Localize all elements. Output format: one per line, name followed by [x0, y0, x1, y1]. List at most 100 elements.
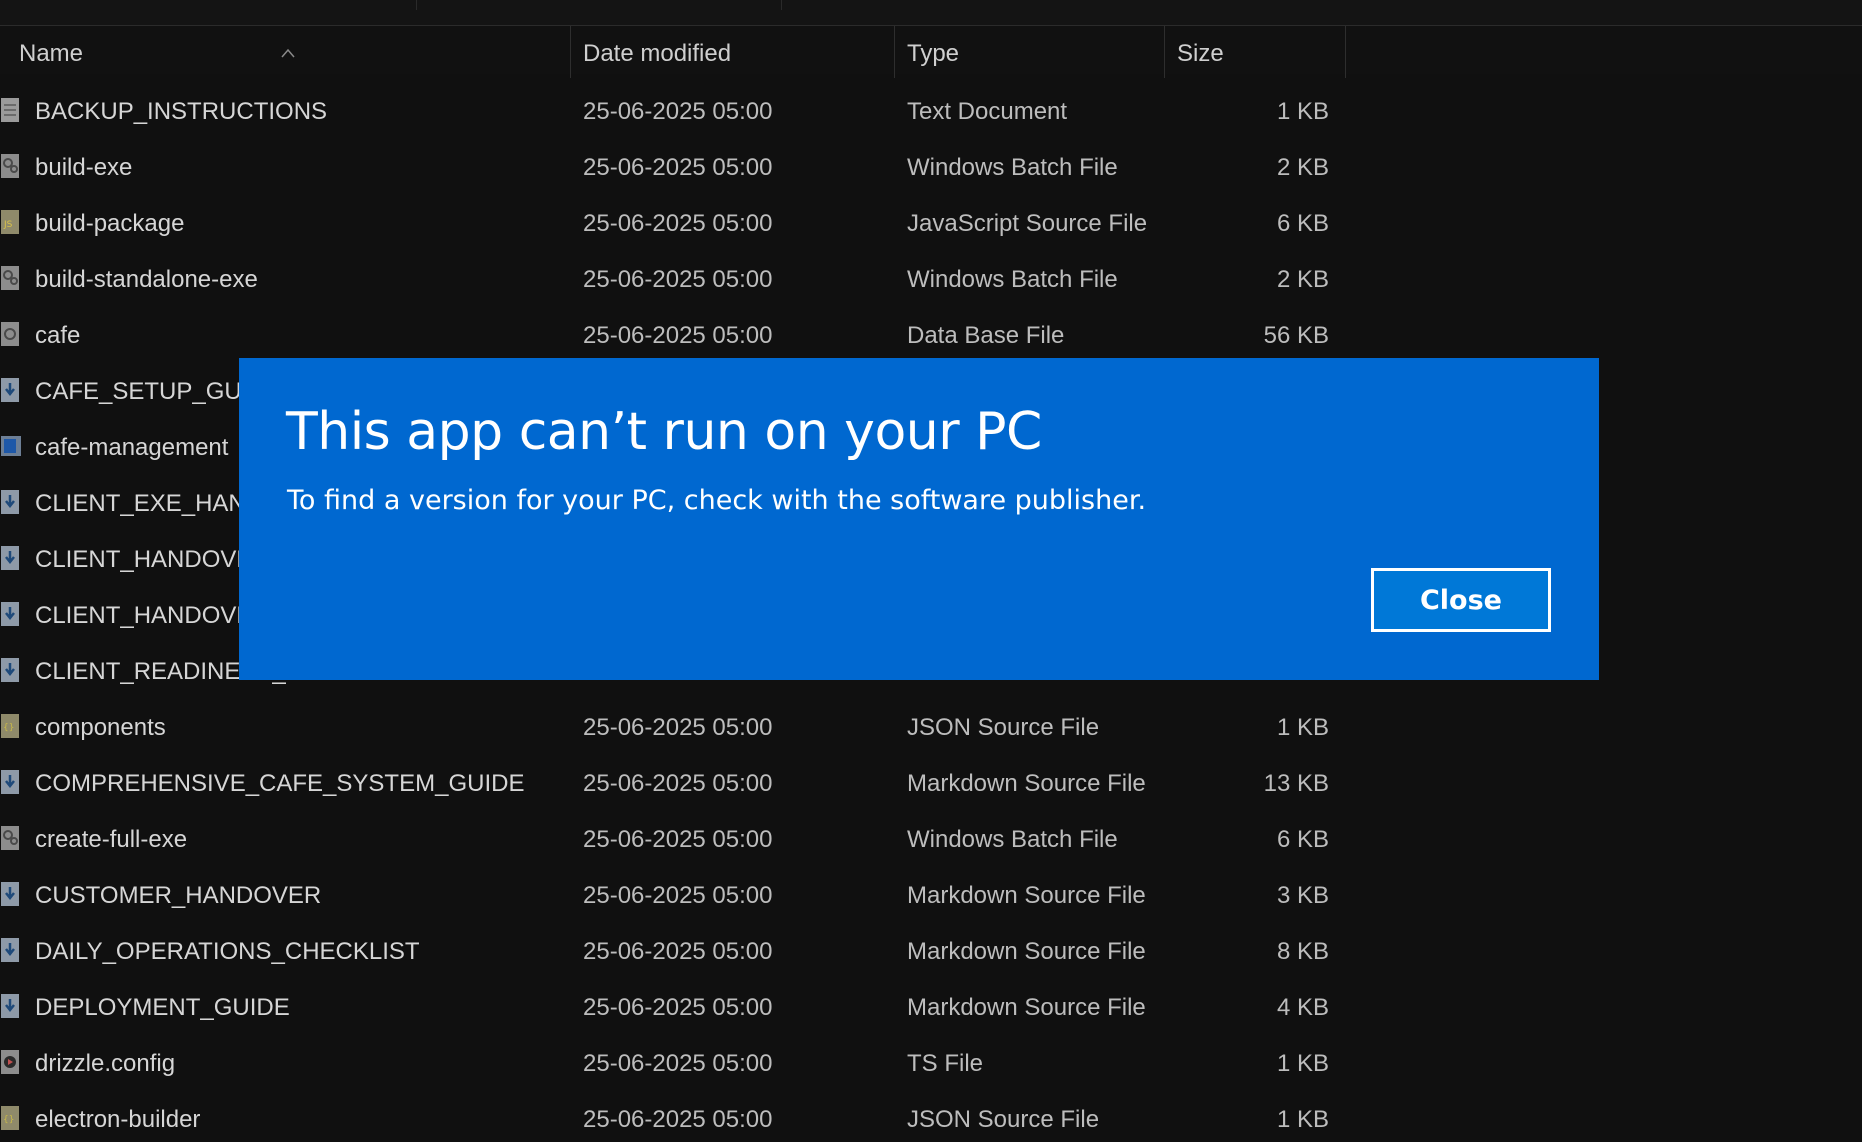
dialog-message: To find a version for your PC, check wit…: [287, 485, 1147, 516]
column-header-size[interactable]: Size: [1177, 26, 1327, 74]
file-size: 1 KB: [1276, 1106, 1329, 1133]
file-row[interactable]: build-exe 25-06-2025 05:00 Windows Batch F…: [0, 139, 1345, 195]
svg-text:{}: {}: [3, 723, 14, 733]
sort-ascending-icon: [281, 48, 295, 58]
file-type: Windows Batch File: [907, 154, 1118, 181]
top-toolbar-strip: [0, 0, 1862, 26]
file-row[interactable]: {} electron-builder 25-06-2025 05:00 JSON S…: [0, 1091, 1345, 1142]
file-row[interactable]: ADMIN_CREDENTIALS25-06-2025 05:00Text Do…: [0, 74, 1345, 83]
markdown-file-icon: [0, 489, 22, 515]
file-size: 1 KB: [1276, 714, 1329, 741]
file-type: Data Base File: [907, 322, 1065, 349]
ts-file-icon: [0, 1049, 22, 1075]
file-row[interactable]: JS build-package 25-06-2025 05:00 JavaScrip…: [0, 195, 1345, 251]
json-file-icon: {}: [0, 713, 22, 739]
file-type: JSON Source File: [907, 714, 1100, 741]
file-row[interactable]: BACKUP_INSTRUCTIONS 25-06-2025 05:00 Text …: [0, 83, 1345, 139]
file-date-modified: 25-06-2025 05:00: [583, 98, 773, 125]
file-name: electron-builder: [35, 1106, 201, 1133]
file-name: BACKUP_INSTRUCTIONS: [35, 98, 328, 125]
column-divider[interactable]: [894, 26, 895, 78]
file-date-modified: 25-06-2025 05:00: [583, 994, 773, 1021]
file-type: Text Document: [907, 98, 1068, 125]
file-type: JavaScript Source File: [907, 210, 1148, 237]
file-type: Markdown Source File: [907, 994, 1146, 1021]
file-name: COMPREHENSIVE_CAFE_SYSTEM_GUIDE: [35, 770, 525, 797]
file-date-modified: 25-06-2025 05:00: [583, 882, 773, 909]
file-date-modified: 25-06-2025 05:00: [583, 714, 773, 741]
file-row[interactable]: CUSTOMER_HANDOVER 25-06-2025 05:00 Markdow…: [0, 867, 1345, 923]
file-name: build-package: [35, 210, 185, 237]
markdown-file-icon: [0, 545, 22, 571]
file-date-modified: 25-06-2025 05:00: [583, 826, 773, 853]
file-date-modified: 25-06-2025 05:00: [583, 938, 773, 965]
file-size: 6 KB: [1276, 210, 1329, 237]
batch-file-icon: [0, 825, 22, 851]
js-file-icon: JS: [0, 209, 22, 235]
markdown-file-icon: [0, 769, 22, 795]
file-name: cafe: [35, 322, 81, 349]
toolbar-segment: [417, 0, 782, 10]
file-date-modified: 25-06-2025 05:00: [583, 154, 773, 181]
file-type: Markdown Source File: [907, 882, 1146, 909]
file-name: create-full-exe: [35, 826, 188, 853]
file-name: build-exe: [35, 154, 133, 181]
file-explorer-window: Name Date modified Type Size ADMIN_CREDE…: [0, 0, 1862, 1142]
file-row[interactable]: DEPLOYMENT_GUIDE 25-06-2025 05:00 Markdown…: [0, 979, 1345, 1035]
file-size: 3 KB: [1276, 882, 1329, 909]
svg-text:JS: JS: [3, 220, 13, 230]
column-divider[interactable]: [570, 26, 571, 78]
column-header-type[interactable]: Type: [907, 26, 1157, 74]
close-button[interactable]: Close: [1371, 568, 1551, 632]
markdown-file-icon: [0, 377, 22, 403]
toolbar-segment: [0, 0, 417, 10]
file-date-modified: 25-06-2025 05:00: [583, 1106, 773, 1133]
file-name: components: [35, 714, 166, 741]
file-name: drizzle.config: [35, 1050, 176, 1077]
file-row[interactable]: COMPREHENSIVE_CAFE_SYSTEM_GUIDE 25-06-202…: [0, 755, 1345, 811]
app-file-icon: [0, 433, 22, 459]
file-name: CLIENT_HANDOVER: [35, 602, 270, 629]
incompatible-app-dialog: This app can’t run on your PC To find a …: [239, 358, 1599, 680]
column-header-row: Name Date modified Type Size: [0, 26, 1862, 78]
file-type: TS File: [907, 1050, 984, 1077]
file-size: 56 KB: [1263, 322, 1329, 349]
database-file-icon: [0, 321, 22, 347]
file-type: JSON Source File: [907, 1106, 1100, 1133]
file-date-modified: 25-06-2025 05:00: [583, 1050, 773, 1077]
file-size: 4 KB: [1276, 994, 1329, 1021]
file-name: cafe-management: [35, 434, 229, 461]
column-divider[interactable]: [1345, 26, 1346, 78]
markdown-file-icon: [0, 993, 22, 1019]
svg-text:{}: {}: [3, 1115, 14, 1125]
file-date-modified: 25-06-2025 05:00: [583, 322, 773, 349]
file-type: Windows Batch File: [907, 266, 1118, 293]
file-row[interactable]: build-standalone-exe 25-06-2025 05:00 Wind…: [0, 251, 1345, 307]
file-size: 2 KB: [1276, 266, 1329, 293]
file-name: CLIENT_HANDOVER: [35, 546, 270, 573]
file-type: Markdown Source File: [907, 938, 1146, 965]
file-size: 13 KB: [1263, 770, 1329, 797]
file-size: 2 KB: [1276, 154, 1329, 181]
column-divider[interactable]: [1164, 26, 1165, 78]
markdown-file-icon: [0, 881, 22, 907]
file-size: 1 KB: [1276, 98, 1329, 125]
file-row[interactable]: cafe 25-06-2025 05:00 Data Base File 56 KB: [0, 307, 1345, 363]
file-row[interactable]: create-full-exe 25-06-2025 05:00 Windows B…: [0, 811, 1345, 867]
file-name: DAILY_OPERATIONS_CHECKLIST: [35, 938, 420, 965]
column-header-date[interactable]: Date modified: [583, 26, 883, 74]
file-name: build-standalone-exe: [35, 266, 258, 293]
markdown-file-icon: [0, 937, 22, 963]
file-row[interactable]: DAILY_OPERATIONS_CHECKLIST 25-06-2025 05:…: [0, 923, 1345, 979]
file-size: 1 KB: [1276, 1050, 1329, 1077]
file-size: 6 KB: [1276, 826, 1329, 853]
text-file-icon: [0, 97, 22, 123]
file-row[interactable]: drizzle.config 25-06-2025 05:00 TS File 1 K…: [0, 1035, 1345, 1091]
file-date-modified: 25-06-2025 05:00: [583, 210, 773, 237]
file-row[interactable]: {} components 25-06-2025 05:00 JSON Source …: [0, 699, 1345, 755]
markdown-file-icon: [0, 657, 22, 683]
markdown-file-icon: [0, 601, 22, 627]
json-file-icon: {}: [0, 1105, 22, 1131]
file-date-modified: 25-06-2025 05:00: [583, 770, 773, 797]
file-type: Windows Batch File: [907, 826, 1118, 853]
